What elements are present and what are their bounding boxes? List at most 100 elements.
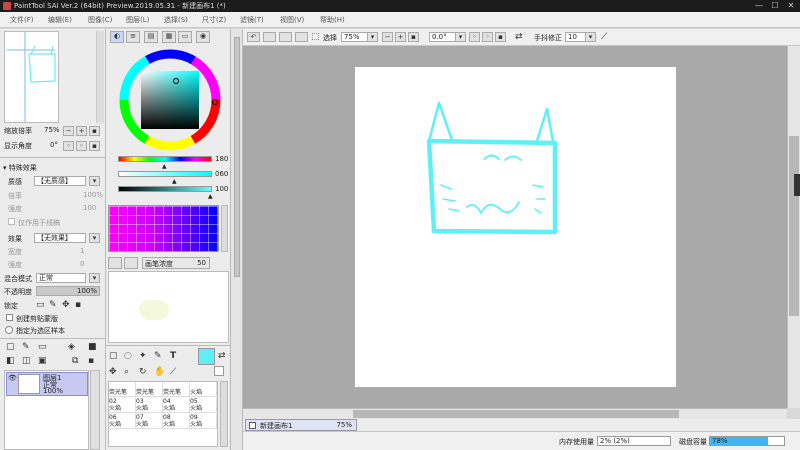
zoom-tool-icon[interactable]: ⌕ [124,367,129,377]
rotate-cw-button[interactable]: ◦ [482,32,493,42]
mixer-tab[interactable]: ▦ [162,31,176,43]
selection-sample-radio[interactable] [5,326,13,334]
stabilizer-select[interactable]: 10 [565,32,587,42]
toolbar-zoom-fit-button[interactable]: ▪ [408,32,419,42]
toolbar-zoom-out-button[interactable]: − [382,32,393,42]
drawing-canvas[interactable] [355,67,676,387]
saturation-value[interactable]: 060 [215,170,228,178]
menu-filter[interactable]: 滤镜(T) [240,15,264,25]
menu-view[interactable]: 视图(V) [280,15,304,25]
straight-line-icon[interactable]: ⟋ [601,32,607,42]
effect-width-value[interactable]: 1 [80,247,84,255]
layer-settings-icon[interactable]: ▪ [88,356,94,366]
rotate-left-button[interactable]: ◦ [63,141,74,151]
menu-file[interactable]: 文件(F) [10,15,34,25]
transfer-down-icon[interactable]: ◫ [22,356,31,366]
texture-select[interactable]: 【无质感】 [34,176,86,186]
minimize-button[interactable]: — [752,0,766,12]
copy-layer-icon[interactable]: ⧉ [72,356,78,366]
panel-collapse-tab[interactable] [794,174,800,196]
brush-slot-2[interactable]: 荧光笔 [136,382,163,397]
brush-slot-12[interactable]: 09 火焰 [190,414,217,429]
select-rect-icon[interactable]: ▢ [109,351,118,361]
menu-select[interactable]: 选择(S) [164,15,188,25]
layer-row[interactable]: 👁 图层1 正常 100% [6,372,88,396]
new-folder-icon[interactable]: ▭ [38,342,47,352]
density-preset-button-1[interactable] [108,257,122,269]
effect-dropdown-button[interactable]: ▾ [89,233,100,243]
texture-strength-value[interactable]: 100 [83,204,96,212]
clear-layer-icon[interactable]: ▣ [38,356,47,366]
value-slider-thumb[interactable]: ▲ [208,193,213,200]
selection-visibility-icon[interactable]: ⬚ [311,32,320,42]
opacity-slider[interactable]: 100% [36,286,100,296]
clipping-mask-checkbox[interactable] [6,314,13,321]
menu-layer[interactable]: 图层(L) [126,15,149,25]
lock-transparency-icon[interactable]: ▭ [36,300,45,310]
menu-edit[interactable]: 编辑(E) [48,15,72,25]
hue-value[interactable]: 180 [215,155,228,163]
brush-slot-6[interactable]: 03 火焰 [136,398,163,413]
move-tool-icon[interactable]: ✥ [109,367,117,377]
zoom-value[interactable]: 75% [44,126,60,134]
swatch-scrollbar[interactable] [221,205,228,252]
vertical-scroll-thumb[interactable] [789,136,799,316]
rotate-reset-toolbar-button[interactable]: ▪ [495,32,506,42]
panel-splitter[interactable] [231,29,243,450]
navigator-preview[interactable] [4,31,59,123]
saturation-slider[interactable] [118,171,212,177]
lock-paint-icon[interactable]: ✎ [49,300,57,310]
layer-list-scrollbar[interactable] [90,370,100,450]
rotate-right-button[interactable]: ◦ [76,141,87,151]
panel-divider[interactable] [0,338,106,340]
menu-image[interactable]: 图像(C) [88,15,112,25]
canvas-horizontal-scrollbar[interactable] [243,408,787,419]
rotation-dropdown-button[interactable]: ▾ [455,32,466,42]
value-slider[interactable] [118,186,212,192]
texture-dropdown-button[interactable]: ▾ [89,176,100,186]
blend-mode-dropdown-button[interactable]: ▾ [89,273,100,283]
color-picker-icon[interactable]: ⟋ [170,367,176,377]
toggle-selection-button[interactable] [295,32,308,42]
maximize-button[interactable]: ☐ [768,0,782,12]
text-tool-icon[interactable]: T [170,351,176,361]
merge-down-icon[interactable]: ◧ [6,356,15,366]
effect-select[interactable]: 【无效果】 [34,233,86,243]
panel-divider[interactable] [106,345,231,347]
brush-slot-4[interactable]: 火焰 [190,382,217,397]
brush-density-slider[interactable]: 画笔浓度 50 [142,257,210,269]
stabilizer-dropdown-button[interactable]: ▾ [585,32,596,42]
zoom-in-button[interactable]: + [76,126,87,136]
rotate-tool-icon[interactable]: ↻ [139,367,147,377]
brush-slot-1[interactable]: 荧光笔 [109,382,136,397]
brush-slot-5[interactable]: 02 火焰 [109,398,136,413]
swatch-grid[interactable] [108,205,219,252]
new-layer-icon[interactable]: ▢ [6,342,15,352]
zoom-dropdown-button[interactable]: ▾ [367,32,378,42]
color-wheel-tab[interactable]: ◐ [110,31,124,43]
zoom-reset-button[interactable]: ▪ [89,126,100,136]
rotate-ccw-button[interactable]: ◦ [469,32,480,42]
texture-scale-value[interactable]: 100% [83,191,103,199]
menu-help[interactable]: 帮助(H) [320,15,345,25]
panel-divider[interactable] [0,157,106,160]
toolbar-zoom-in-button[interactable]: + [395,32,406,42]
brush-slot-3[interactable]: 荧光笔 [163,382,190,397]
hand-tool-icon[interactable]: ✋ [154,367,165,377]
new-linework-layer-icon[interactable]: ✎ [22,342,30,352]
rotate-reset-button[interactable]: ▪ [89,141,100,151]
color-wheel[interactable] [117,47,223,153]
deselect-button[interactable] [279,32,292,42]
palette-tab[interactable]: ▤ [144,31,158,43]
saturation-slider-thumb[interactable]: ▲ [172,178,177,185]
undo-button[interactable]: ↶ [247,32,260,42]
brush-grid-scrollbar[interactable] [220,381,228,447]
new-mask-icon[interactable]: ◈ [68,342,75,352]
blend-mode-select[interactable]: 正常 [36,273,86,283]
navigator-scrollbar[interactable] [96,31,104,123]
splitter-handle[interactable] [234,37,240,277]
brush-slot-11[interactable]: 08 火焰 [163,414,190,429]
horizontal-scroll-thumb[interactable] [353,410,679,418]
lock-all-icon[interactable]: ▪ [75,300,81,310]
redo-button[interactable] [263,32,276,42]
